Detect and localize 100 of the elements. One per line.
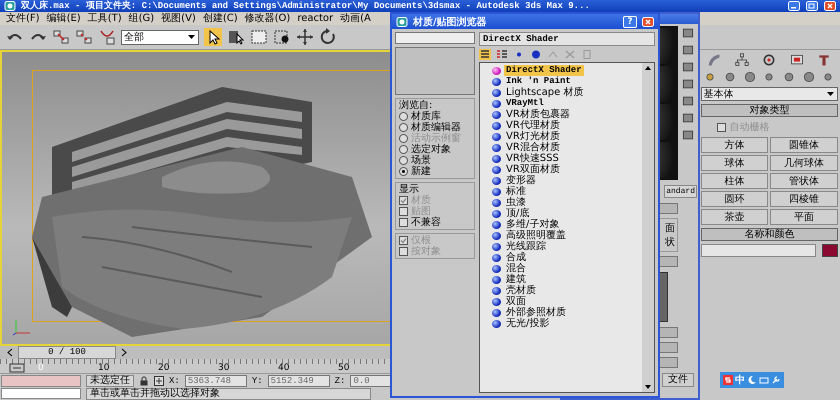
minimize-icon[interactable] [787, 1, 801, 11]
close-icon[interactable] [641, 16, 655, 26]
material-list-item[interactable]: 双面 [492, 296, 642, 307]
key-filter-icon[interactable] [8, 363, 26, 373]
material-list-item[interactable]: 变形器 [492, 175, 642, 186]
material-list-item[interactable]: VR混合材质 [492, 142, 642, 153]
coordinate-field[interactable]: 5363.748 [184, 375, 247, 387]
object-type-button[interactable]: 方体 [700, 137, 768, 153]
help-button[interactable]: ? [623, 16, 637, 28]
material-list-item[interactable]: 顶/底 [492, 208, 642, 219]
time-slider-thumb[interactable]: 0 / 100 [18, 346, 116, 359]
material-list-item[interactable]: 合成 [492, 252, 642, 263]
menu-item[interactable]: 创建(C) [202, 12, 238, 25]
parameter-label: 状 [665, 236, 675, 249]
window-crossing-icon[interactable] [273, 28, 291, 46]
material-list-item[interactable]: VR材质包裹器 [492, 109, 642, 120]
menu-item[interactable]: 修改器(O) [244, 12, 290, 25]
material-list-item[interactable]: 建筑 [492, 274, 642, 285]
material-list-item[interactable]: 虫漆 [492, 197, 642, 208]
menu-item[interactable]: 文件(F) [6, 12, 40, 25]
absolute-mode-icon[interactable] [154, 376, 164, 386]
list-icons-icon[interactable] [496, 48, 508, 60]
move-icon[interactable] [296, 28, 314, 46]
link-icon[interactable] [52, 28, 70, 46]
script-input-field[interactable] [1, 375, 81, 386]
bind-icon[interactable] [98, 28, 116, 46]
selection-filter-dropdown[interactable]: 全部 [121, 30, 199, 44]
object-type-button[interactable]: 柱体 [700, 173, 768, 189]
material-list-item[interactable]: 多维/子对象 [492, 219, 642, 230]
checkbox-label: 仅根 [411, 235, 431, 246]
material-list-item[interactable]: VR双面材质 [492, 164, 642, 175]
caret-icon [826, 90, 835, 98]
frame-number: 30 [218, 364, 230, 373]
object-name-field[interactable] [700, 244, 816, 257]
object-type-button[interactable]: 四棱锥 [770, 191, 838, 207]
material-list-item[interactable]: Ink 'n Paint [492, 76, 642, 87]
list-view-icon[interactable] [479, 48, 491, 60]
radio-button[interactable] [399, 156, 408, 165]
lock-icon[interactable] [139, 376, 149, 386]
material-type-button[interactable]: andard [664, 185, 697, 198]
display-tab-icon[interactable] [788, 53, 805, 67]
restore-icon[interactable] [805, 1, 819, 11]
material-list-item[interactable]: VR灯光材质 [492, 131, 642, 142]
object-type-button[interactable]: 圆锥体 [770, 137, 838, 153]
object-color-swatch[interactable] [822, 244, 838, 257]
file-button[interactable]: 文件 [662, 373, 694, 387]
radio-label: 活动示例窗 [411, 133, 461, 144]
ime-logo-icon[interactable] [723, 375, 733, 385]
object-type-button[interactable]: 茶壶 [700, 209, 768, 225]
create-tab-icon[interactable] [706, 53, 722, 67]
material-list-item[interactable]: 壳材质 [492, 285, 642, 296]
material-list-item[interactable]: 混合 [492, 263, 642, 274]
category-dropdown[interactable]: 基本体 [700, 87, 838, 101]
menu-item[interactable]: reactor [297, 12, 334, 25]
radio-button[interactable] [399, 167, 408, 176]
object-type-button[interactable]: 球体 [700, 155, 768, 171]
radio-label: 选定对象 [411, 144, 451, 155]
object-type-button[interactable]: 几何球体 [770, 155, 838, 171]
material-list-item[interactable]: Lightscape 材质 [492, 87, 642, 98]
material-list-item[interactable]: 标准 [492, 186, 642, 197]
material-list-item[interactable]: 高级照明覆盖 [492, 230, 642, 241]
menu-item[interactable]: 工具(T) [88, 12, 122, 25]
material-list-item[interactable]: VR快速SSS [492, 153, 642, 164]
menu-item[interactable]: 视图(V) [161, 12, 196, 25]
material-list-item[interactable]: 光线跟踪 [492, 241, 642, 252]
object-type-button[interactable]: 圆环 [700, 191, 768, 207]
rectangle-selection-icon[interactable] [250, 28, 268, 46]
script-output-field[interactable] [1, 388, 81, 399]
checkbox[interactable] [399, 218, 408, 227]
material-list-item[interactable]: VRayMtl [492, 98, 642, 109]
unlink-icon[interactable] [75, 28, 93, 46]
select-by-name-icon[interactable] [227, 28, 245, 46]
material-list-item[interactable]: VR代理材质 [492, 120, 642, 131]
name-field[interactable] [395, 32, 475, 44]
moon-icon[interactable] [747, 375, 757, 385]
radio-button[interactable] [399, 112, 408, 121]
rollout-header[interactable]: 名称和颜色 [700, 228, 838, 241]
coordinate-field[interactable]: 5152.349 [268, 375, 330, 387]
menu-item[interactable]: 编辑(E) [46, 12, 81, 25]
coordinate-label: Z: [334, 376, 346, 386]
object-type-button[interactable]: 平面 [770, 209, 838, 225]
coordinate-label: Y: [252, 376, 263, 386]
motion-tab-icon[interactable] [761, 53, 778, 67]
group-title: 浏览自: [399, 100, 432, 111]
close-icon[interactable] [823, 1, 837, 11]
wrench-icon[interactable] [771, 375, 781, 385]
hierarchy-tab-icon[interactable] [734, 53, 750, 67]
large-icons-icon[interactable] [530, 48, 542, 60]
material-list-item[interactable]: 无光/投影 [492, 318, 642, 329]
keyboard-icon[interactable] [759, 375, 769, 385]
checkbox-label: 按对象 [411, 246, 441, 257]
menu-item[interactable]: 动画(A [340, 12, 371, 25]
material-list-item[interactable]: 外部参照材质 [492, 307, 642, 318]
radio-label: 场景 [411, 155, 431, 166]
radio-button[interactable] [399, 145, 408, 154]
menu-item[interactable]: 组(G) [128, 12, 154, 25]
object-type-button[interactable]: 管状体 [770, 173, 838, 189]
rotate-icon[interactable] [319, 28, 337, 46]
rollout-header[interactable]: 对象类型 [700, 104, 838, 117]
radio-button[interactable] [399, 123, 408, 132]
